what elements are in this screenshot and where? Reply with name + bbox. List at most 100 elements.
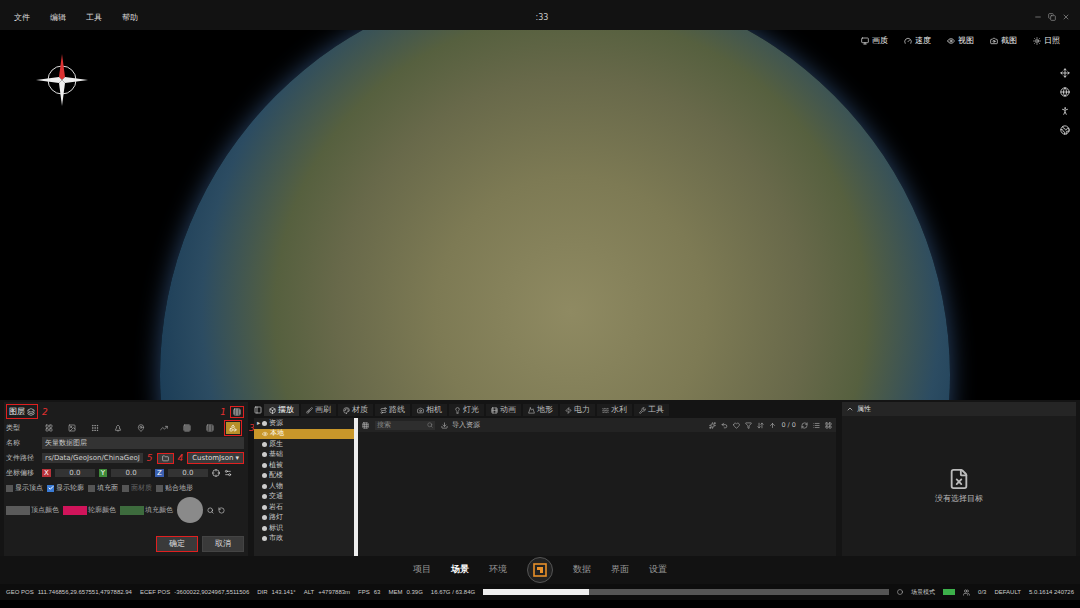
tree-item[interactable]: 原生 <box>254 439 354 450</box>
color-item[interactable]: 顶点颜色 <box>6 505 59 515</box>
globe-viewport[interactable]: 画质 速度 视图 截图 日照 <box>0 30 1080 400</box>
view-tool-button[interactable]: 截图 <box>990 36 1017 46</box>
option-checkbox[interactable]: 显示轮廓 <box>47 483 84 493</box>
name-field[interactable]: 矢量数据图层 <box>42 437 244 449</box>
globe[interactable] <box>160 30 950 400</box>
view-tool-button[interactable]: 速度 <box>904 36 931 46</box>
asset-tab[interactable]: 画刷 <box>301 404 336 416</box>
compass-icon[interactable] <box>34 52 90 108</box>
view-tool-button[interactable]: 日照 <box>1033 36 1060 46</box>
option-checkbox[interactable]: 面材质 <box>122 483 152 493</box>
tree-item[interactable]: 岩石 <box>254 502 354 513</box>
menu-item[interactable]: 工具 <box>86 12 102 23</box>
grid-view-icon[interactable] <box>825 422 832 429</box>
asset-tab[interactable]: 材质 <box>338 404 373 416</box>
color-swatch[interactable] <box>6 506 30 515</box>
checkbox-box[interactable] <box>47 485 54 492</box>
asset-tab[interactable]: 路线 <box>375 404 410 416</box>
tree-item[interactable]: 植被 <box>254 460 354 471</box>
layer-title[interactable]: 图层 <box>6 404 38 419</box>
option-checkbox[interactable]: 显示顶点 <box>6 483 43 493</box>
checkbox-box[interactable] <box>6 485 13 492</box>
nav-item[interactable]: 项目 <box>413 564 431 576</box>
offset-field[interactable]: 0.0 <box>168 469 208 477</box>
tree-item[interactable]: ▸资源 <box>254 418 354 429</box>
nav-item[interactable]: 环境 <box>489 564 507 576</box>
asset-tab[interactable]: 摆放 <box>264 404 299 416</box>
view-tool-button[interactable]: 画质 <box>861 36 888 46</box>
tree-item[interactable]: 基础 <box>254 450 354 461</box>
asset-tab[interactable]: 工具 <box>634 404 669 416</box>
tree-item[interactable]: 交通 <box>254 492 354 503</box>
layer-type-button[interactable] <box>134 422 148 434</box>
asset-tab[interactable]: 地形 <box>523 404 558 416</box>
scroll-thumb[interactable] <box>354 418 358 556</box>
layer-type-button[interactable] <box>88 422 102 434</box>
globe-icon[interactable] <box>1060 87 1070 97</box>
checkbox-box[interactable] <box>88 485 95 492</box>
grid-icon[interactable] <box>362 422 369 429</box>
properties-header[interactable]: 属性 <box>842 402 1076 416</box>
collapse-icon[interactable] <box>254 406 262 414</box>
checkbox-box[interactable] <box>156 485 163 492</box>
refresh-icon[interactable] <box>801 422 808 429</box>
scrollbar[interactable] <box>354 418 358 556</box>
asset-tab[interactable]: 电力 <box>560 404 595 416</box>
settings-icon[interactable] <box>224 469 232 477</box>
menu-item[interactable]: 帮助 <box>122 12 138 23</box>
close-icon[interactable] <box>1062 13 1070 21</box>
color-item[interactable]: 填充颜色 <box>120 505 173 515</box>
app-logo-icon[interactable] <box>527 557 553 583</box>
tree-item[interactable]: 市政 <box>254 534 354 545</box>
tree-item[interactable]: 标识 <box>254 523 354 534</box>
add-layer-button[interactable] <box>230 406 244 418</box>
nav-item[interactable]: 数据 <box>573 564 591 576</box>
color-picker[interactable] <box>177 497 203 523</box>
nav-item[interactable]: 场景 <box>451 564 469 576</box>
layer-type-button[interactable] <box>226 422 240 434</box>
layer-type-button[interactable] <box>42 422 56 434</box>
filter-icon[interactable] <box>745 422 752 429</box>
mode-toggle[interactable] <box>943 589 955 595</box>
color-item[interactable]: 轮廓颜色 <box>63 505 116 515</box>
asset-tab[interactable]: 水利 <box>597 404 632 416</box>
asset-tab[interactable]: 动画 <box>486 404 521 416</box>
asset-tab[interactable]: 灯光 <box>449 404 484 416</box>
person-icon[interactable] <box>1060 106 1070 116</box>
import-button[interactable]: 导入资源 <box>441 419 480 431</box>
up-icon[interactable] <box>769 422 776 429</box>
offset-field[interactable]: 0.0 <box>55 469 95 477</box>
offset-field[interactable]: 0.0 <box>111 469 151 477</box>
color-swatch[interactable] <box>63 506 87 515</box>
tree-expander[interactable]: ▸ <box>257 419 260 427</box>
move-icon[interactable] <box>1060 68 1070 78</box>
earth-icon[interactable] <box>1060 125 1070 135</box>
restore-icon[interactable] <box>1048 13 1056 21</box>
tree-item[interactable]: 本地 <box>254 429 354 440</box>
search-icon[interactable] <box>207 507 214 514</box>
search-field[interactable]: 搜索 <box>375 421 435 430</box>
browse-button[interactable] <box>157 453 174 464</box>
list-view-icon[interactable] <box>813 422 820 429</box>
layer-type-button[interactable] <box>65 422 79 434</box>
dialog-button[interactable]: 取消 <box>202 536 244 552</box>
tree-item[interactable]: 人物 <box>254 481 354 492</box>
pick-icon[interactable] <box>212 469 220 477</box>
layer-type-button[interactable] <box>180 422 194 434</box>
checkbox-box[interactable] <box>122 485 129 492</box>
tree-item[interactable]: 配楼 <box>254 471 354 482</box>
path-field[interactable]: rs/Data/GeoJson/ChinaGeoJ <box>42 453 143 463</box>
asset-tab[interactable]: 相机 <box>412 404 447 416</box>
layer-type-button[interactable] <box>203 422 217 434</box>
nav-item[interactable]: 界面 <box>611 564 629 576</box>
menu-item[interactable]: 编辑 <box>50 12 66 23</box>
undo-icon[interactable] <box>721 422 728 429</box>
dialog-button[interactable]: 确定 <box>156 536 198 552</box>
color-swatch[interactable] <box>120 506 144 515</box>
option-checkbox[interactable]: 填充面 <box>88 483 118 493</box>
menu-item[interactable]: 文件 <box>14 12 30 23</box>
view-tool-button[interactable]: 视图 <box>947 36 974 46</box>
reset-icon[interactable] <box>218 507 225 514</box>
layer-type-button[interactable] <box>111 422 125 434</box>
layer-type-button[interactable] <box>157 422 171 434</box>
